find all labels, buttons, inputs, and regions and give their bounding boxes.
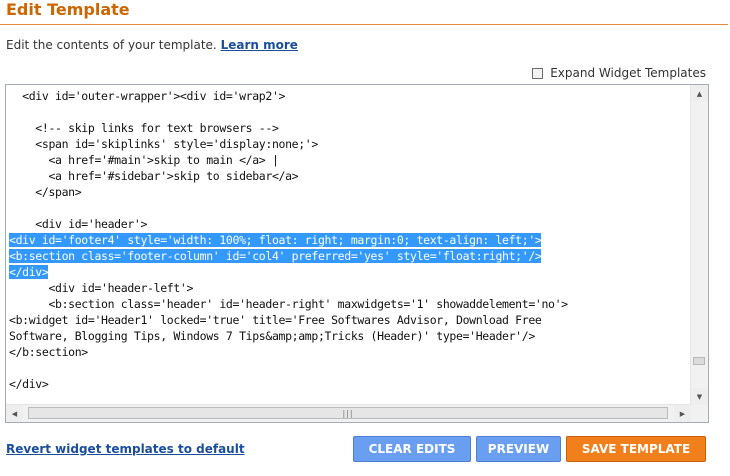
clear-edits-button[interactable]: CLEAR EDITS	[353, 436, 471, 462]
code-line-text: <div id='header-left'>	[9, 281, 194, 295]
scroll-right-icon[interactable]: ▶	[674, 405, 691, 422]
code-line[interactable]: </b:section>	[9, 344, 690, 360]
code-line-text: <a href='#sidebar'>skip to sidebar</a>	[9, 169, 299, 183]
code-line-text: <b:widget id='Header1' locked='true' tit…	[9, 313, 542, 327]
template-code[interactable]: <div id='outer-wrapper'><div id='wrap2'>…	[9, 88, 690, 404]
vertical-scroll-thumb[interactable]	[693, 357, 705, 365]
code-line[interactable]: <div id='footer4' style='width: 100%; fl…	[9, 232, 690, 248]
title-divider	[0, 24, 728, 25]
code-line[interactable]: </div>	[9, 264, 690, 280]
expand-widget-option[interactable]: Expand Widget Templates	[532, 66, 706, 80]
code-line[interactable]	[9, 360, 690, 376]
code-line-text: <a href='#main'>skip to main </a> |	[9, 153, 279, 167]
code-line[interactable]: <span id='skiplinks' style='display:none…	[9, 136, 690, 152]
code-line-text: <!-- skip links for text browsers -->	[9, 121, 279, 135]
scrollbar-corner	[691, 405, 708, 422]
code-line[interactable]	[9, 200, 690, 216]
code-line[interactable]: </div>	[9, 376, 690, 392]
code-line-text: </b:section>	[9, 345, 88, 359]
learn-more-link[interactable]: Learn more	[221, 38, 298, 52]
code-line[interactable]: <a href='#sidebar'>skip to sidebar</a>	[9, 168, 690, 184]
horizontal-scrollbar[interactable]: ◀ ||| ▶	[6, 404, 691, 422]
code-line[interactable]: <b:section class='footer-column' id='col…	[9, 248, 690, 264]
code-line[interactable]: Software, Blogging Tips, Windows 7 Tips&…	[9, 328, 690, 344]
template-editor[interactable]: <div id='outer-wrapper'><div id='wrap2'>…	[5, 84, 709, 423]
vertical-scrollbar[interactable]: ▲ ▼	[690, 85, 708, 405]
revert-templates-link[interactable]: Revert widget templates to default	[6, 442, 245, 456]
code-line-text: <div id='footer4' style='width: 100%; fl…	[9, 233, 542, 247]
scroll-down-icon[interactable]: ▼	[691, 388, 708, 405]
page-title: Edit Template	[6, 0, 130, 19]
expand-widget-label: Expand Widget Templates	[550, 66, 706, 80]
expand-widget-checkbox[interactable]	[532, 67, 544, 79]
code-line[interactable]: <b:section class='header' id='header-rig…	[9, 296, 690, 312]
code-line[interactable]: <b:widget id='Header1' locked='true' tit…	[9, 312, 690, 328]
description-text: Edit the contents of your template.	[6, 38, 217, 52]
page-description: Edit the contents of your template. Lear…	[6, 37, 298, 53]
horizontal-scroll-thumb[interactable]: |||	[28, 407, 668, 419]
code-line-text: <b:section class='footer-column' id='col…	[9, 249, 542, 263]
code-line[interactable]: <a href='#main'>skip to main </a> |	[9, 152, 690, 168]
code-line-text: <b:section class='header' id='header-rig…	[9, 297, 568, 311]
code-line[interactable]: </span>	[9, 184, 690, 200]
code-line[interactable]	[9, 104, 690, 120]
code-line-text: </span>	[9, 185, 82, 199]
code-line-text: <span id='skiplinks' style='display:none…	[9, 137, 318, 151]
code-line[interactable]: <div id='outer-wrapper'><div id='wrap2'>	[9, 88, 690, 104]
code-line[interactable]: <div id='header'>	[9, 216, 690, 232]
code-line-text: </div>	[9, 265, 49, 279]
code-line-text: Software, Blogging Tips, Windows 7 Tips&…	[9, 329, 535, 343]
preview-button[interactable]: PREVIEW	[476, 436, 561, 462]
code-line-text: <div id='outer-wrapper'><div id='wrap2'>	[9, 89, 286, 103]
code-line-text: </div>	[9, 377, 49, 391]
code-line[interactable]: <!-- skip links for text browsers -->	[9, 120, 690, 136]
scroll-up-icon[interactable]: ▲	[691, 85, 708, 102]
scroll-left-icon[interactable]: ◀	[6, 405, 23, 422]
save-template-button[interactable]: SAVE TEMPLATE	[566, 436, 706, 462]
code-line-text: <div id='header'>	[9, 217, 148, 231]
code-line[interactable]: <div id='header-left'>	[9, 280, 690, 296]
